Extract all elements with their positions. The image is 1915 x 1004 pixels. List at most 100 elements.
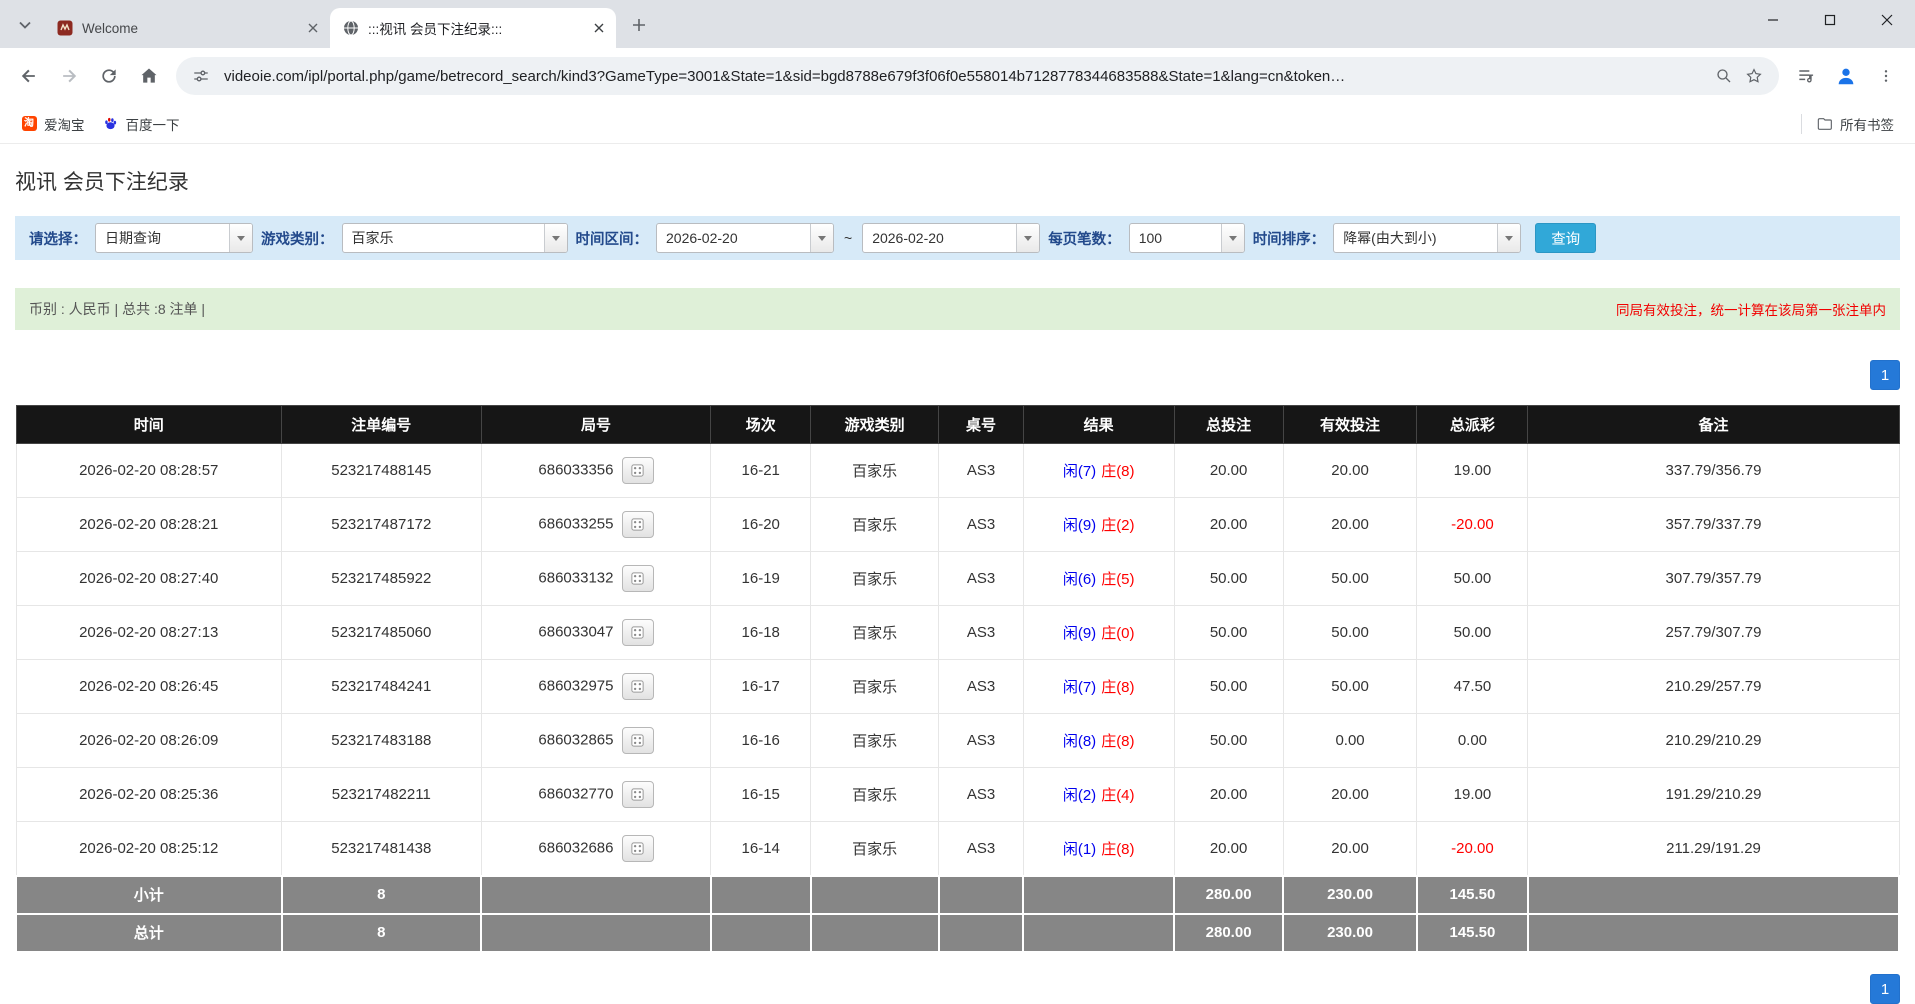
refresh-button[interactable] xyxy=(90,57,128,95)
page-size-select[interactable]: 100 xyxy=(1128,223,1245,253)
globe-favicon-icon xyxy=(342,20,359,37)
page-title: 视讯 会员下注纪录 xyxy=(15,171,189,194)
chevron-down-icon[interactable] xyxy=(229,224,252,252)
round-id-text: 686033356 xyxy=(538,461,614,479)
round-video-button[interactable] xyxy=(621,673,654,700)
cell-time: 2026-02-20 08:27:40 xyxy=(15,551,282,606)
back-button[interactable] xyxy=(10,57,48,95)
table-row: 2026-02-20 08:25:12 523217481438 6860326… xyxy=(15,821,1900,876)
round-video-button[interactable] xyxy=(621,781,654,808)
round-id-text: 686033132 xyxy=(538,569,614,587)
welcome-favicon-icon xyxy=(56,20,73,37)
date-to-select[interactable]: 2026-02-20 xyxy=(862,223,1041,253)
bookmark-star-icon[interactable] xyxy=(1739,61,1769,91)
bookmark-label: 百度一下 xyxy=(125,117,180,133)
round-id-text: 686032686 xyxy=(538,839,614,857)
cell-time: 2026-02-20 08:26:45 xyxy=(15,659,282,714)
cell-valid-bet: 20.00 xyxy=(1282,497,1418,552)
cell-bet-id: 523217488145 xyxy=(281,443,482,498)
cell-total-bet-link[interactable]: 50.00 xyxy=(1173,605,1284,660)
cell-payout: 0.00 xyxy=(1416,713,1529,768)
zoom-icon[interactable] xyxy=(1709,61,1739,91)
chevron-down-icon[interactable] xyxy=(1220,224,1244,252)
search-button[interactable]: 查询 xyxy=(1535,223,1597,253)
address-bar[interactable]: videoie.com/ipl/portal.php/game/betrecor… xyxy=(176,57,1779,95)
cell-round-id: 686033255 xyxy=(480,497,712,552)
game-type-label: 游戏类别： xyxy=(261,231,334,248)
game-type-select[interactable]: 百家乐 xyxy=(341,223,568,253)
tab-search-button[interactable] xyxy=(10,10,40,40)
result-player: 闲(9) xyxy=(1062,517,1097,534)
cell-game-type: 百家乐 xyxy=(810,821,940,876)
home-button[interactable] xyxy=(130,57,168,95)
round-video-button[interactable] xyxy=(621,727,654,754)
browser-menu-icon[interactable] xyxy=(1867,57,1905,95)
cell-total-bet-link[interactable]: 50.00 xyxy=(1173,551,1284,606)
cell-table-no: AS3 xyxy=(938,767,1024,822)
round-video-button[interactable] xyxy=(621,565,654,592)
tab-betrecord[interactable]: :::视讯 会员下注纪录::: xyxy=(330,8,616,48)
sort-value: 降幂(由大到小) xyxy=(1343,230,1437,246)
cell-bet-id: 523217485922 xyxy=(281,551,482,606)
forward-button[interactable] xyxy=(50,57,88,95)
bookmark-aitaobao[interactable]: 淘 爱淘宝 xyxy=(12,109,94,139)
cell-total-bet-link[interactable]: 50.00 xyxy=(1173,659,1284,714)
cell-bet-id: 523217482211 xyxy=(281,767,482,822)
valid-bet-notice-text: 同局有效投注，统一计算在该局第一张注单内 xyxy=(1616,303,1886,318)
tab-close-icon[interactable] xyxy=(303,19,322,38)
cell-total-bet-link[interactable]: 20.00 xyxy=(1173,821,1284,876)
profile-avatar[interactable] xyxy=(1827,57,1865,95)
cell-total-bet-link[interactable]: 20.00 xyxy=(1173,767,1284,822)
cell-game-type: 百家乐 xyxy=(810,551,940,606)
cell-note: 210.29/257.79 xyxy=(1527,659,1900,714)
media-controls-icon[interactable] xyxy=(1787,57,1825,95)
cell-total-bet-link[interactable]: 20.00 xyxy=(1173,443,1284,498)
chevron-down-icon[interactable] xyxy=(810,224,833,252)
query-type-select[interactable]: 日期查询 xyxy=(95,223,253,253)
close-window-button[interactable] xyxy=(1858,0,1915,40)
result-banker: 庄(8) xyxy=(1101,463,1135,480)
cell-payout: 19.00 xyxy=(1416,767,1529,822)
all-bookmarks-button[interactable]: 所有书签 xyxy=(1808,109,1903,139)
new-tab-button[interactable] xyxy=(624,10,654,40)
cell-total-bet-link[interactable]: 20.00 xyxy=(1173,497,1284,552)
page-1-button-bottom[interactable]: 1 xyxy=(1870,974,1900,1004)
summary-bar: 币别 : 人民币 | 总共 :8 注单 | 同局有效投注，统一计算在该局第一张注… xyxy=(15,288,1900,330)
cell-time: 2026-02-20 08:25:36 xyxy=(15,767,282,822)
sort-select[interactable]: 降幂(由大到小) xyxy=(1333,223,1522,253)
maximize-button[interactable] xyxy=(1801,0,1858,40)
col-header-payout: 总派彩 xyxy=(1416,405,1529,444)
cell-session: 16-15 xyxy=(710,767,812,822)
round-video-button[interactable] xyxy=(621,511,654,538)
cell-total-bet-link[interactable]: 50.00 xyxy=(1173,713,1284,768)
chevron-down-icon[interactable] xyxy=(1016,224,1040,252)
tab-welcome[interactable]: Welcome xyxy=(44,8,330,48)
table-row: 2026-02-20 08:26:45 523217484241 6860329… xyxy=(15,659,1900,714)
site-info-icon[interactable] xyxy=(186,61,216,91)
minimize-button[interactable] xyxy=(1744,0,1801,40)
date-from-select[interactable]: 2026-02-20 xyxy=(656,223,834,253)
cell-table-no: AS3 xyxy=(938,713,1024,768)
cell-note: 191.29/210.29 xyxy=(1527,767,1900,822)
cell-round-id: 686033356 xyxy=(480,443,712,498)
url-text: videoie.com/ipl/portal.php/game/betrecor… xyxy=(224,67,1346,85)
round-video-button[interactable] xyxy=(621,834,654,862)
result-banker: 庄(8) xyxy=(1101,733,1135,750)
subtotal-payout: 145.50 xyxy=(1415,874,1529,915)
chevron-down-icon[interactable] xyxy=(543,224,567,252)
chevron-down-icon[interactable] xyxy=(1497,224,1521,252)
tab-close-icon[interactable] xyxy=(589,19,608,38)
bookmark-baidu[interactable]: 百度一下 xyxy=(94,109,189,139)
dice-icon xyxy=(631,518,644,531)
cell-result: 闲(9) 庄(2) xyxy=(1022,497,1175,552)
round-video-button[interactable] xyxy=(621,457,654,484)
round-video-button[interactable] xyxy=(621,619,654,646)
round-id-text: 686032770 xyxy=(538,785,614,803)
cell-table-no: AS3 xyxy=(938,551,1024,606)
browser-tab-strip: Welcome :::视讯 会员下注纪录::: xyxy=(0,0,1915,48)
cell-valid-bet: 50.00 xyxy=(1282,659,1418,714)
page-1-button[interactable]: 1 xyxy=(1870,360,1900,390)
cell-game-type: 百家乐 xyxy=(810,659,940,714)
cell-result: 闲(7) 庄(8) xyxy=(1022,443,1175,498)
cell-session: 16-20 xyxy=(710,497,812,552)
